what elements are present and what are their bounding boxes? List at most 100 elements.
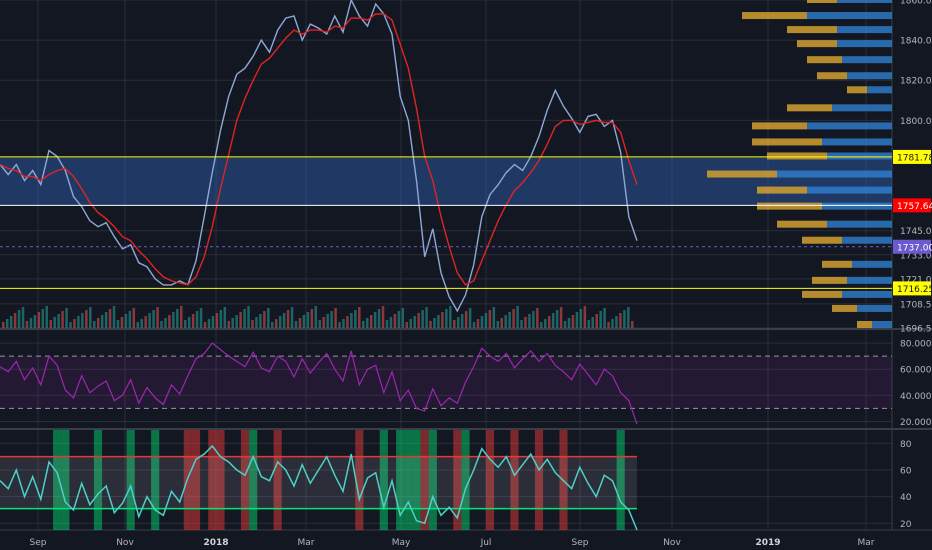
volume-profile-bar-total <box>752 138 822 146</box>
volume-bar <box>563 321 567 328</box>
volume-profile-bar-value-area <box>832 104 892 112</box>
volume-profile-bar-total <box>707 170 777 178</box>
price-axis-tick-label: 1820.00 <box>900 77 932 87</box>
volume-bar <box>124 314 128 328</box>
volume-bar <box>140 319 143 328</box>
volume-bar <box>120 317 124 328</box>
volume-profile-bar-value-area <box>837 0 892 3</box>
volume-profile-bar-total <box>767 152 827 160</box>
price-tag-label: 1716.25 <box>897 285 932 295</box>
volume-bar <box>346 316 349 328</box>
volume-profile-bar-value-area <box>822 202 892 210</box>
volume-bar <box>433 318 436 328</box>
volume-bar <box>544 319 547 328</box>
volume-bar <box>381 306 385 328</box>
rsi-axis-tick-label: 20.0000 <box>900 418 932 428</box>
volume-bar <box>595 314 598 328</box>
volume-bar <box>472 322 476 328</box>
volume-bar <box>104 312 108 328</box>
volume-profile-bar-total <box>812 276 847 284</box>
volume-profile-bar-value-area <box>807 186 892 194</box>
volume-bar <box>152 310 155 328</box>
volume-bar <box>255 317 258 328</box>
volume-bar <box>587 320 591 328</box>
volume-bar <box>314 306 318 328</box>
volume-bar <box>148 313 151 328</box>
volume-bar <box>559 307 563 328</box>
volume-bar <box>623 310 626 328</box>
trading-chart[interactable]: 1860.001840.001820.001800.001745.001733.… <box>0 0 932 550</box>
volume-bar <box>377 309 381 328</box>
volume-bar <box>603 308 606 328</box>
volume-profile-bar-value-area <box>777 170 892 178</box>
volume-bar <box>417 313 420 328</box>
volume-bar <box>405 322 409 328</box>
volume-bar <box>464 311 468 328</box>
time-axis-tick-label: Nov <box>116 538 134 548</box>
volume-bar <box>547 316 551 328</box>
volume-bar <box>274 319 278 328</box>
volume-bar <box>282 313 286 328</box>
volume-bar <box>251 320 254 328</box>
volume-bar <box>516 306 519 328</box>
volume-bar <box>401 308 405 328</box>
volume-bar <box>362 321 365 328</box>
volume-bar <box>89 307 92 328</box>
volume-bar <box>57 314 60 328</box>
volume-bar <box>45 306 49 328</box>
volume-bar <box>263 311 266 328</box>
volume-bar <box>191 314 195 328</box>
volume-profile-bar-value-area <box>807 122 892 130</box>
volume-profile-bar-value-area <box>872 320 892 328</box>
oscillator-axis-tick-label: 40 <box>900 493 912 503</box>
volume-bar <box>599 311 602 328</box>
volume-bar <box>306 312 310 328</box>
volume-bar <box>294 321 298 328</box>
time-axis-tick-label: Mar <box>298 538 315 548</box>
time-axis-tick-label: 2018 <box>203 538 228 548</box>
volume-bar <box>334 308 337 328</box>
rsi-axis-tick-label: 60.0000 <box>900 366 932 376</box>
price-axis-tick-label: 1800.00 <box>900 117 932 127</box>
volume-bar <box>219 310 223 328</box>
volume-bar <box>215 313 219 328</box>
volume-bar <box>460 314 464 328</box>
volume-bar <box>176 309 179 328</box>
volume-profile-bar-value-area <box>807 12 892 20</box>
volume-bar <box>441 312 444 328</box>
volume-bar <box>453 320 456 328</box>
volume-bar <box>480 316 484 328</box>
volume-bar <box>524 317 527 328</box>
volume-bar <box>41 309 45 328</box>
volume-bar <box>65 308 68 328</box>
volume-bar <box>199 308 203 328</box>
volume-bar <box>231 318 234 328</box>
volume-bar <box>437 315 440 328</box>
volume-bar <box>508 312 511 328</box>
volume-bar <box>536 308 539 328</box>
volume-bar <box>243 309 246 328</box>
volume-bar <box>579 309 583 328</box>
volume-bar <box>25 321 29 328</box>
price-axis-tick-label: 1840.00 <box>900 37 932 47</box>
volume-bar <box>456 317 460 328</box>
volume-bar <box>615 316 618 328</box>
volume-bar <box>528 314 531 328</box>
volume-profile-bar-total <box>847 86 867 94</box>
volume-profile-bar-value-area <box>867 86 892 94</box>
volume-profile-bar-total <box>787 26 837 34</box>
price-axis-tick-label: 1745.00 <box>900 227 932 237</box>
volume-profile-bar-total <box>777 220 827 228</box>
volume-profile-bar-value-area <box>852 260 892 268</box>
price-tag-label: 1781.78 <box>897 153 932 163</box>
volume-bar <box>342 319 345 328</box>
volume-bar <box>21 307 25 328</box>
volume-profile-bar-total <box>752 122 807 130</box>
volume-bar <box>389 317 393 328</box>
volume-bar <box>286 310 290 328</box>
volume-bar <box>591 317 594 328</box>
volume-bar <box>144 316 147 328</box>
volume-bar <box>108 309 112 328</box>
volume-bar <box>49 320 52 328</box>
volume-bar <box>302 315 306 328</box>
